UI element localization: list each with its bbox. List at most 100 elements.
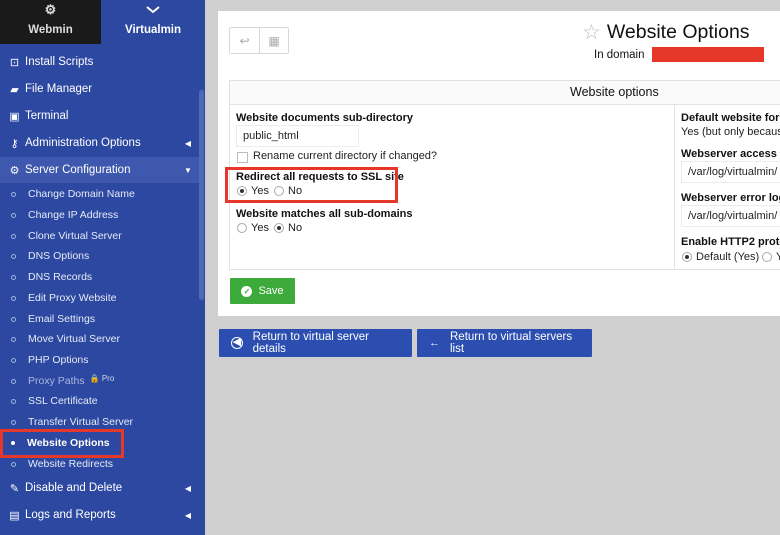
bullet-icon [11, 336, 16, 342]
doc-subdir-input[interactable]: public_html [236, 125, 359, 147]
tab-webmin[interactable]: ⚙ Webmin [0, 0, 101, 44]
subdomains-no-radio[interactable] [274, 223, 284, 233]
sidebar-item-disable-and-delete[interactable]: ✎ Disable and Delete ◀ [0, 475, 199, 501]
return-to-details-label: Return to virtual server details [252, 331, 369, 355]
subitem-move-virtual-server[interactable]: Move Virtual Server [0, 329, 199, 349]
section-title: Website options [230, 81, 780, 105]
bullet-icon [11, 419, 16, 425]
bullet-icon [11, 274, 16, 280]
sidebar-scrollbar[interactable] [199, 90, 204, 300]
caret-down-icon: ▼ [184, 165, 192, 175]
terminal-icon: ▣ [9, 110, 20, 123]
return-to-list-button[interactable]: ← Return to virtual servers list [417, 329, 592, 357]
arrow-left-icon: ← [429, 337, 440, 349]
subitem-clone-virtual-server[interactable]: Clone Virtual Server [0, 226, 199, 246]
bullet-icon [11, 212, 16, 218]
file-icon: ▤ [9, 509, 20, 522]
subitem-proxy-paths[interactable]: Proxy Paths 🔒 Pro [0, 371, 199, 391]
chevron-down-icon [101, 3, 205, 17]
subitem-label: SSL Certificate [28, 395, 98, 407]
rename-label: Rename current directory if changed? [253, 150, 438, 162]
sidebar-item-label: File Manager [25, 83, 93, 95]
access-log-label: Webserver access lo [681, 148, 780, 160]
sidebar-item-terminal[interactable]: ▣ Terminal [0, 103, 199, 129]
bullet-icon [11, 461, 16, 467]
error-log-input[interactable]: /var/log/virtualmin/ [681, 205, 780, 227]
subitem-change-ip-address[interactable]: Change IP Address [0, 205, 199, 225]
caret-left-icon: ◀ [184, 483, 192, 493]
subdomains-yes-radio[interactable] [237, 223, 247, 233]
highlight-box-sidebar [0, 429, 124, 458]
sidebar-item-administration-options[interactable]: ⚷ Administration Options ◀ [0, 130, 199, 156]
access-log-input[interactable]: /var/log/virtualmin/ [681, 161, 780, 183]
tab-virtualmin[interactable]: Virtualmin [101, 0, 205, 44]
sidebar-item-server-configuration[interactable]: ⚙ Server Configuration ▼ [0, 157, 199, 183]
grid-icon: ▦ [268, 33, 280, 48]
domain-line: In domain [594, 47, 764, 62]
key-icon: ⚷ [10, 137, 19, 150]
subitem-edit-proxy-website[interactable]: Edit Proxy Website [0, 288, 199, 308]
folder-icon: ▰ [10, 83, 19, 96]
domain-prefix: In domain [594, 48, 645, 61]
subitem-label: Proxy Paths [28, 375, 85, 387]
sidebar-item-install-scripts[interactable]: ⊡ Install Scripts [0, 49, 199, 75]
gears-icon: ⚙ [9, 164, 20, 177]
subitem-label: Email Settings [28, 313, 96, 325]
sidebar-item-label: Server Configuration [25, 164, 131, 176]
grid-button[interactable]: ▦ [259, 28, 288, 53]
star-icon[interactable]: ☆ [582, 22, 601, 43]
column-divider [674, 105, 675, 270]
page-title: Website Options [606, 21, 750, 43]
sidebar-item-label: Administration Options [25, 137, 141, 149]
subitem-dns-records[interactable]: DNS Records [0, 267, 199, 287]
bullet-icon [11, 295, 16, 301]
bullet-icon [11, 191, 16, 197]
http2-default-radio[interactable] [682, 252, 692, 262]
subitem-label: Transfer Virtual Server [28, 416, 134, 428]
webmin-gear-icon: ⚙ [44, 2, 57, 17]
subitem-label: PHP Options [28, 354, 89, 366]
sidebar-item-logs-and-reports[interactable]: ▤ Logs and Reports ◀ [0, 502, 199, 528]
bullet-icon [11, 233, 16, 239]
subitem-label: Change IP Address [28, 209, 119, 221]
subitem-dns-options[interactable]: DNS Options [0, 246, 199, 266]
http2-yes-radio[interactable] [762, 252, 772, 262]
sidebar-item-label: Logs and Reports [25, 509, 116, 521]
sidebar-item-label: Install Scripts [25, 56, 94, 68]
default-website-value: Yes (but only because [681, 126, 780, 138]
subitem-label: Website Redirects [28, 458, 114, 470]
bullet-icon [11, 378, 16, 384]
pro-badge: 🔒 Pro [90, 374, 115, 383]
return-arrow-icon: ↩ [239, 33, 250, 48]
subitem-email-settings[interactable]: Email Settings [0, 309, 199, 329]
subitem-ssl-certificate[interactable]: SSL Certificate [0, 391, 199, 411]
wrench-icon: ✎ [9, 482, 20, 495]
install-scripts-icon: ⊡ [9, 56, 20, 69]
top-tabs: ⚙ Webmin Virtualmin [0, 0, 205, 44]
subitem-change-domain-name[interactable]: Change Domain Name [0, 184, 199, 204]
bullet-icon [11, 357, 16, 363]
doc-subdir-label: Website documents sub-directory [236, 112, 414, 124]
subitem-label: Change Domain Name [28, 188, 135, 200]
page-title-wrap: ☆ Website Options [582, 21, 750, 44]
subitem-label: Clone Virtual Server [28, 230, 122, 242]
subitem-label: DNS Records [28, 271, 93, 283]
domain-redacted [651, 47, 764, 62]
subitem-php-options[interactable]: PHP Options [0, 350, 199, 370]
subdomains-yes-label: Yes [251, 222, 269, 234]
check-circle-icon: ✓ [241, 285, 253, 297]
bullet-icon [11, 398, 16, 404]
toolbar: ↩ ▦ [229, 27, 289, 54]
save-button[interactable]: ✓ Save [230, 278, 295, 304]
sidebar-item-file-manager[interactable]: ▰ File Manager [0, 76, 199, 102]
subitem-label: DNS Options [28, 250, 90, 262]
rename-checkbox[interactable] [237, 152, 248, 163]
subdomains-no-label: No [288, 222, 303, 234]
back-button[interactable]: ↩ [230, 28, 259, 53]
return-to-list-label: Return to virtual servers list [450, 331, 573, 355]
http2-yes-label: Y [776, 251, 780, 263]
http2-label: Enable HTTP2 proto [681, 236, 780, 248]
highlight-box-ssl [225, 167, 398, 203]
return-to-details-button[interactable]: ◀ Return to virtual server details [219, 329, 412, 357]
bullet-icon [11, 316, 16, 322]
